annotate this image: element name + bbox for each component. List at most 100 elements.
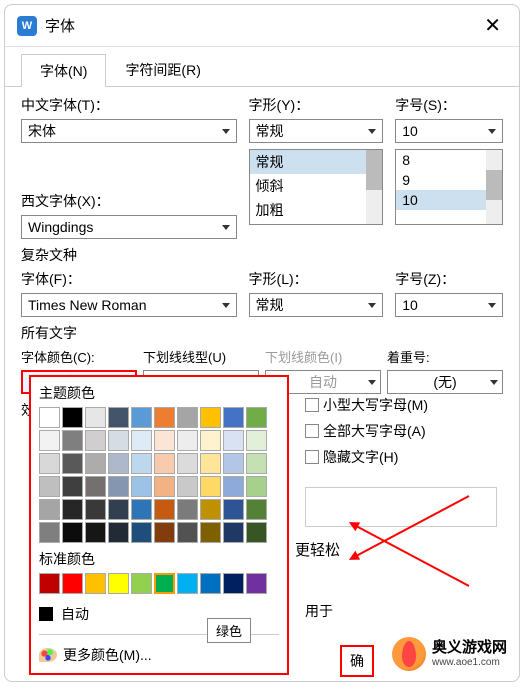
color-swatch[interactable] [154, 430, 175, 451]
color-swatch[interactable] [177, 476, 198, 497]
color-swatch[interactable] [39, 499, 60, 520]
color-swatch[interactable] [108, 476, 129, 497]
hidden-label: 隐藏文字(H) [323, 447, 398, 467]
emphasis-select[interactable]: (无) [387, 370, 503, 394]
color-swatch[interactable] [223, 522, 244, 543]
color-swatch[interactable] [85, 407, 106, 428]
color-swatch[interactable] [62, 453, 83, 474]
color-swatch[interactable] [108, 522, 129, 543]
color-swatch[interactable] [177, 453, 198, 474]
color-swatch[interactable] [200, 522, 221, 543]
color-swatch[interactable] [39, 453, 60, 474]
color-swatch[interactable] [39, 573, 60, 594]
western-font-select[interactable]: Wingdings [21, 215, 237, 239]
color-swatch[interactable] [154, 407, 175, 428]
color-swatch[interactable] [200, 430, 221, 451]
font-dialog: W 字体 ✕ 字体(N) 字符间距(R) 中文字体(T)： 宋体 字形(Y)： … [4, 4, 520, 682]
color-swatch[interactable] [62, 499, 83, 520]
color-swatch[interactable] [223, 407, 244, 428]
color-swatch[interactable] [154, 573, 175, 594]
color-swatch[interactable] [154, 453, 175, 474]
color-swatch[interactable] [131, 522, 152, 543]
color-swatch[interactable] [154, 476, 175, 497]
list-item[interactable]: 倾斜 [250, 174, 383, 198]
more-colors-row[interactable]: 更多颜色(M)... [39, 641, 279, 669]
color-swatch[interactable] [62, 430, 83, 451]
color-swatch[interactable] [85, 573, 106, 594]
color-swatch[interactable] [108, 430, 129, 451]
color-swatch[interactable] [85, 499, 106, 520]
complex-font-select[interactable]: Times New Roman [21, 293, 237, 317]
color-tooltip: 绿色 [207, 618, 251, 643]
cjk-font-select[interactable]: 宋体 [21, 119, 237, 143]
color-swatch[interactable] [62, 573, 83, 594]
color-swatch[interactable] [246, 522, 267, 543]
style-listbox[interactable]: 常规 倾斜 加粗 [249, 149, 384, 225]
underline-color-label: 下划线颜色(I) [265, 347, 381, 366]
color-swatch[interactable] [223, 453, 244, 474]
color-swatch[interactable] [131, 430, 152, 451]
size-select[interactable]: 10 [395, 119, 503, 143]
color-swatch[interactable] [62, 407, 83, 428]
color-swatch[interactable] [85, 476, 106, 497]
color-picker-popup: 主题颜色 标准颜色 自动 更多颜色(M)... 绿色 [29, 375, 289, 675]
complex-size-select[interactable]: 10 [395, 293, 503, 317]
color-swatch[interactable] [131, 476, 152, 497]
tab-font[interactable]: 字体(N) [21, 54, 106, 87]
checkbox-hidden[interactable] [305, 450, 319, 464]
color-swatch[interactable] [177, 522, 198, 543]
color-swatch[interactable] [223, 476, 244, 497]
color-swatch[interactable] [39, 430, 60, 451]
color-swatch[interactable] [62, 522, 83, 543]
color-swatch[interactable] [39, 522, 60, 543]
color-swatch[interactable] [246, 407, 267, 428]
palette-icon [39, 648, 57, 662]
color-swatch[interactable] [246, 476, 267, 497]
color-swatch[interactable] [200, 476, 221, 497]
size-listbox[interactable]: 8 9 10 [395, 149, 503, 225]
color-swatch[interactable] [246, 499, 267, 520]
color-swatch[interactable] [85, 453, 106, 474]
cjk-font-label: 中文字体(T)： [21, 95, 237, 115]
checkbox-smallcaps[interactable] [305, 398, 319, 412]
color-swatch[interactable] [223, 499, 244, 520]
color-swatch[interactable] [154, 522, 175, 543]
color-swatch[interactable] [223, 573, 244, 594]
color-swatch[interactable] [200, 499, 221, 520]
complex-size-label: 字号(Z)： [395, 269, 503, 289]
color-swatch[interactable] [154, 499, 175, 520]
tab-spacing[interactable]: 字符间距(R) [106, 53, 219, 86]
color-swatch[interactable] [177, 407, 198, 428]
color-swatch[interactable] [177, 499, 198, 520]
list-item[interactable]: 加粗 [250, 198, 383, 222]
close-icon[interactable]: ✕ [478, 13, 507, 38]
color-swatch[interactable] [85, 522, 106, 543]
color-swatch[interactable] [108, 407, 129, 428]
color-swatch[interactable] [200, 407, 221, 428]
checkbox-allcaps[interactable] [305, 424, 319, 438]
color-swatch[interactable] [108, 453, 129, 474]
color-swatch[interactable] [108, 499, 129, 520]
annotation-arrow-icon [354, 524, 470, 587]
color-swatch[interactable] [131, 453, 152, 474]
color-swatch[interactable] [131, 407, 152, 428]
color-swatch[interactable] [177, 430, 198, 451]
color-swatch[interactable] [246, 430, 267, 451]
complex-style-select[interactable]: 常规 [249, 293, 384, 317]
color-swatch[interactable] [131, 499, 152, 520]
color-swatch[interactable] [246, 453, 267, 474]
color-swatch[interactable] [246, 573, 267, 594]
color-swatch[interactable] [39, 407, 60, 428]
color-swatch[interactable] [200, 573, 221, 594]
color-swatch[interactable] [223, 430, 244, 451]
color-swatch[interactable] [177, 573, 198, 594]
ok-button[interactable]: 确 [340, 645, 374, 677]
style-select[interactable]: 常规 [249, 119, 384, 143]
color-swatch[interactable] [200, 453, 221, 474]
color-swatch[interactable] [108, 573, 129, 594]
color-swatch[interactable] [62, 476, 83, 497]
color-swatch[interactable] [85, 430, 106, 451]
color-swatch[interactable] [39, 476, 60, 497]
color-swatch[interactable] [131, 573, 152, 594]
list-item[interactable]: 常规 [250, 150, 383, 174]
